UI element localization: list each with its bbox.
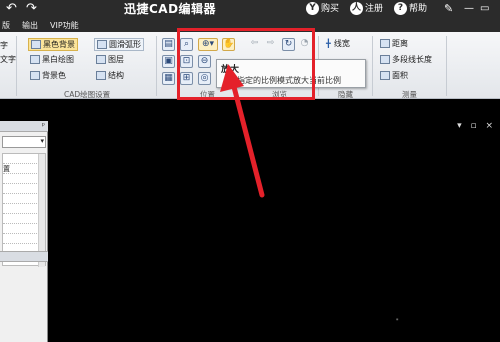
list-item[interactable] (3, 224, 39, 234)
line-width-button[interactable]: ╋ 线宽 (326, 38, 350, 49)
black-bg-label: 黑色背景 (43, 40, 75, 49)
menu-item[interactable]: 版 (2, 20, 10, 31)
menu-item-vip[interactable]: VIP功能 (50, 20, 79, 31)
bw-draw-icon (30, 55, 40, 64)
list-item[interactable] (3, 204, 39, 214)
left-panel: ᵖ ▾ 置 (0, 121, 48, 342)
panel-header: ᵖ (0, 121, 48, 132)
area-icon (380, 71, 390, 80)
list-item[interactable]: 置 (3, 164, 39, 174)
user-icon: 人 (350, 2, 363, 15)
pan-icon[interactable]: ▤ (162, 38, 175, 51)
polyline-icon (380, 55, 390, 64)
watermark-logo: ᐝ (395, 317, 400, 333)
layers-button[interactable]: 图层 (96, 54, 124, 65)
canvas-window-controls[interactable]: ▾ ▫ × (457, 121, 496, 131)
separator (372, 36, 373, 96)
group-label-hide: 隐藏 (338, 90, 353, 99)
group-label-cad-settings: CAD绘图设置 (64, 90, 111, 99)
list-item[interactable] (3, 174, 39, 184)
structure-label: 结构 (108, 71, 124, 80)
bw-draw-label: 黑白绘图 (42, 55, 74, 64)
menu-item-output[interactable]: 输出 (22, 20, 38, 31)
panel-header-2 (0, 251, 48, 262)
title-bar: ↶ ↷ 迅捷CAD编辑器 Y 购买 人注册 ? 帮助 ✎ — ▭ (0, 0, 500, 18)
select-icon[interactable]: ▦ (162, 72, 175, 85)
smooth-arc-label: 圆滑弧形 (109, 40, 141, 49)
minimize-icon[interactable]: — (464, 1, 474, 17)
ribbon-left-item[interactable]: 字 (0, 40, 8, 51)
layers-icon (96, 55, 106, 64)
style-icon[interactable]: ✎ (444, 1, 453, 17)
separator (16, 36, 17, 96)
bg-color-button[interactable]: 背景色 (30, 70, 66, 81)
buy-button[interactable]: Y 购买 (306, 1, 339, 17)
restore-icon[interactable]: ▭ (480, 1, 489, 17)
list-item[interactable] (3, 194, 39, 204)
smooth-arc-icon (97, 40, 107, 49)
bg-color-icon (30, 71, 40, 80)
line-width-icon: ╋ (326, 39, 331, 48)
pin-icon[interactable]: ᵖ (42, 121, 45, 130)
list-item[interactable] (3, 154, 39, 164)
bw-draw-button[interactable]: 黑白绘图 (30, 54, 74, 65)
distance-label: 距离 (392, 39, 408, 48)
help-button[interactable]: ? 帮助 (394, 1, 427, 17)
help-label: 帮助 (409, 4, 428, 14)
distance-button[interactable]: 距离 (380, 38, 408, 49)
bg-color-label: 背景色 (42, 71, 66, 80)
drawing-canvas[interactable] (49, 121, 500, 342)
polyline-length-label: 多段线长度 (392, 55, 432, 64)
buy-icon: Y (306, 2, 319, 15)
structure-button[interactable]: 结构 (96, 70, 124, 81)
list-item-label: 置 (3, 165, 10, 173)
buy-label: 购买 (321, 4, 340, 14)
area-button[interactable]: 面积 (380, 70, 408, 81)
list-item[interactable] (3, 184, 39, 194)
list-item[interactable] (3, 214, 39, 224)
ruler-icon (380, 39, 390, 48)
area-label: 面积 (392, 71, 408, 80)
separator (156, 36, 157, 96)
smooth-arc-button[interactable]: 圆滑弧形 (94, 38, 144, 51)
separator (446, 36, 447, 96)
ribbon-left-item-text[interactable]: 文字 (0, 54, 16, 65)
list-item[interactable] (3, 234, 39, 244)
group-label-measure: 测量 (402, 90, 417, 99)
line-width-label: 线宽 (333, 39, 350, 48)
help-icon: ? (394, 2, 407, 15)
panel-list[interactable]: 置 (2, 153, 46, 267)
frame-icon[interactable]: ▣ (162, 55, 175, 68)
black-bg-icon (31, 40, 41, 49)
highlight-box (177, 28, 315, 100)
polyline-length-button[interactable]: 多段线长度 (380, 54, 432, 65)
structure-icon (96, 71, 106, 80)
black-bg-button[interactable]: 黑色背景 (28, 38, 78, 51)
register-button[interactable]: 人注册 (350, 1, 383, 17)
panel-dropdown[interactable]: ▾ (2, 136, 46, 148)
layers-label: 图层 (108, 55, 124, 64)
chevron-down-icon: ▾ (40, 137, 44, 145)
register-label: 注册 (365, 4, 384, 14)
app-title: 迅捷CAD编辑器 (123, 2, 217, 16)
